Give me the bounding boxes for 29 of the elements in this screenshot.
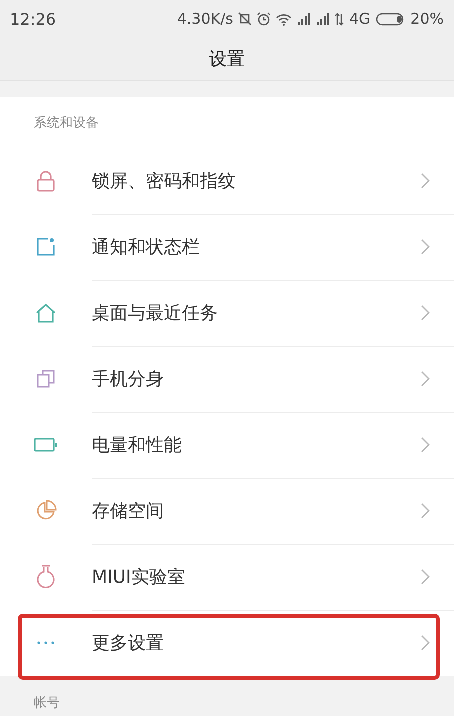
section-header: 帐号 xyxy=(34,696,60,711)
settings-item[interactable]: 桌面与最近任务 xyxy=(0,280,454,346)
network-type: 4G xyxy=(349,10,371,28)
chevron-icon xyxy=(421,436,430,452)
data-arrows-icon xyxy=(335,12,344,26)
settings-item[interactable]: MIUI实验室 xyxy=(0,544,454,610)
settings-item[interactable]: 更多设置 xyxy=(0,610,454,676)
wifi-icon xyxy=(276,12,292,26)
battery-percent: 20% xyxy=(410,10,444,28)
battery-icon xyxy=(376,12,406,26)
chevron-icon xyxy=(421,568,430,584)
settings-item[interactable]: 通知和状态栏 xyxy=(0,214,454,280)
chevron-icon xyxy=(421,304,430,320)
chevron-icon xyxy=(421,635,430,651)
signal-icon xyxy=(297,13,312,25)
status-time: 12:26 xyxy=(10,10,56,28)
settings-item[interactable]: 手机分身 xyxy=(0,346,454,412)
settings-item[interactable]: 存储空间 xyxy=(0,478,454,544)
chevron-icon xyxy=(421,238,430,254)
settings-item[interactable]: 电量和性能 xyxy=(0,412,454,478)
section-header: 系统和设备 xyxy=(34,114,99,132)
page-title: 设置 xyxy=(209,48,245,71)
chevron-icon xyxy=(421,370,430,386)
chevron-icon xyxy=(421,172,430,188)
signal-icon xyxy=(316,13,330,25)
settings-item[interactable]: 锁屏、密码和指纹 xyxy=(0,148,454,214)
network-speed: 4.30K/s xyxy=(177,10,234,28)
alarm-icon xyxy=(257,12,272,26)
chevron-icon xyxy=(421,502,430,518)
